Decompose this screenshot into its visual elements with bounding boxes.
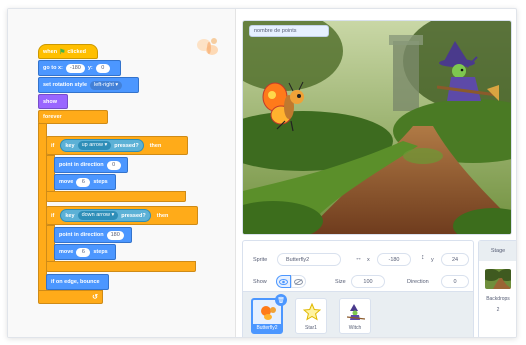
sprite-list: 🗑 Butterfly2 Star1 Witch — [242, 292, 474, 337]
forever-block[interactable]: forever — [38, 110, 108, 124]
trash-icon[interactable]: 🗑 — [275, 294, 287, 306]
backdrops-count: 2 — [496, 307, 500, 313]
show-label: show — [43, 98, 58, 105]
y-position-field[interactable]: 24 — [441, 253, 469, 266]
green-flag-icon: ⚑ — [59, 48, 66, 56]
sprite-tile-name: Witch — [348, 325, 362, 331]
witch-sprite[interactable] — [437, 39, 499, 107]
clicked-label: clicked — [67, 48, 86, 55]
key-down-pressed-condition[interactable]: key down arrow ▾ pressed? — [60, 209, 151, 222]
stage-selector-panel[interactable]: Stage Backdrops 2 — [478, 240, 516, 337]
show-hidden-toggle[interactable] — [291, 275, 306, 288]
move-steps-block-1[interactable]: move 6 steps — [54, 174, 116, 190]
direction-label: Direction — [407, 279, 429, 285]
stage-backdrop-thumbnail[interactable] — [485, 269, 511, 289]
rotation-style-dropdown[interactable]: left-right ▾ — [90, 80, 123, 90]
score-monitor-label: nombre de points — [254, 28, 297, 34]
pressed-label: pressed? — [114, 142, 139, 149]
direction-field[interactable]: 0 — [441, 275, 469, 288]
move-label: move — [59, 179, 74, 185]
sprite-tile-butterfly2[interactable]: 🗑 Butterfly2 — [251, 294, 287, 334]
if-down-bottom — [46, 261, 196, 272]
set-rotation-style-block[interactable]: set rotation style left-right ▾ — [38, 77, 139, 93]
horizontal-arrow-icon: ↔ — [355, 255, 362, 262]
stage-panel-title: Stage — [479, 241, 516, 261]
go-to-x-input[interactable]: -180 — [65, 63, 85, 73]
key-down-arrow-dropdown[interactable]: down arrow ▾ — [77, 211, 119, 220]
go-to-label: go to x: — [43, 65, 63, 71]
eye-icon — [279, 278, 288, 285]
hidden-eye-icon — [294, 278, 303, 285]
go-to-y-input[interactable]: 0 — [95, 63, 110, 73]
code-area[interactable]: when ⚑ clicked go to x: -180 y: 0 set ro… — [8, 9, 236, 337]
steps-label: steps — [93, 179, 108, 185]
move-steps-input-1[interactable]: 6 — [76, 177, 91, 187]
butterfly-sprite-watermark — [197, 38, 218, 55]
move-steps-block-2[interactable]: move 6 steps — [54, 244, 116, 260]
direction-0-input[interactable]: 0 — [106, 160, 121, 170]
code-area-divider — [235, 9, 236, 337]
size-field[interactable]: 100 — [351, 275, 385, 288]
y-label: y — [431, 257, 434, 263]
score-variable-monitor[interactable]: nombre de points — [249, 25, 329, 37]
sprite-name-label: Sprite — [253, 257, 268, 263]
steps-label-2: steps — [93, 249, 108, 255]
x-label: x — [367, 257, 370, 263]
rotation-label: set rotation style — [43, 82, 88, 88]
backdrops-label: Backdrops — [486, 296, 510, 302]
forever-loop-arrow-icon: ↺ — [92, 294, 98, 301]
move-label-2: move — [59, 249, 74, 255]
direction-180-input[interactable]: 180 — [106, 230, 124, 240]
move-steps-input-2[interactable]: 6 — [76, 247, 91, 257]
then-label-2: then — [156, 212, 169, 219]
sprite-tile-star1[interactable]: Star1 — [295, 298, 327, 334]
then-label: then — [149, 142, 162, 149]
point-in-direction-180-block[interactable]: point in direction 180 — [54, 227, 132, 243]
go-to-xy-block[interactable]: go to x: -180 y: 0 — [38, 60, 121, 76]
point-direction-label-2: point in direction — [59, 232, 104, 238]
show-block[interactable]: show — [38, 94, 68, 109]
if-up-bottom — [46, 191, 186, 202]
butterfly-thumbnail — [261, 306, 276, 320]
sprite-info-panel: Sprite Butterfly2 ↔ x -180 ↕ y 24 Show S… — [242, 240, 474, 292]
bounce-label: if on edge, bounce — [51, 279, 100, 285]
stage-canvas[interactable]: nombre de points — [242, 20, 512, 235]
if-up-arrow-block[interactable]: if key up arrow ▾ pressed? then — [46, 136, 188, 155]
butterfly-sprite[interactable] — [259, 77, 317, 135]
if-on-edge-bounce-block[interactable]: if on edge, bounce — [46, 274, 109, 290]
sprite-name-field[interactable]: Butterfly2 — [277, 253, 341, 266]
show-visible-toggle[interactable] — [276, 275, 291, 288]
forever-label: forever — [43, 114, 62, 120]
if-label-2: if — [51, 212, 55, 219]
sprite-tile-name: Star1 — [305, 325, 317, 331]
when-flag-clicked-block[interactable]: when ⚑ clicked — [38, 44, 98, 59]
key-up-arrow-dropdown[interactable]: up arrow ▾ — [77, 141, 112, 150]
scratch-editor-window: when ⚑ clicked go to x: -180 y: 0 set ro… — [7, 8, 517, 338]
point-direction-label: point in direction — [59, 162, 104, 168]
pressed-label-2: pressed? — [121, 212, 146, 219]
go-to-y-label: y: — [87, 65, 93, 71]
x-position-field[interactable]: -180 — [377, 253, 411, 266]
sprite-tile-name: Butterfly2 — [253, 324, 281, 332]
forever-bottom: ↺ — [38, 290, 103, 304]
when-label: when — [43, 48, 58, 55]
show-label: Show — [253, 279, 267, 285]
star-thumbnail — [303, 303, 321, 321]
point-in-direction-0-block[interactable]: point in direction 0 — [54, 157, 128, 173]
witch-thumbnail — [347, 304, 365, 320]
if-label: if — [51, 142, 55, 149]
sprite-tile-witch[interactable]: Witch — [339, 298, 371, 334]
key-label: key — [65, 142, 75, 149]
key-up-pressed-condition[interactable]: key up arrow ▾ pressed? — [60, 139, 144, 152]
if-down-arrow-block[interactable]: if key down arrow ▾ pressed? then — [46, 206, 198, 225]
vertical-arrow-icon: ↕ — [421, 254, 425, 261]
key-label-2: key — [65, 212, 75, 219]
size-label: Size — [335, 279, 346, 285]
